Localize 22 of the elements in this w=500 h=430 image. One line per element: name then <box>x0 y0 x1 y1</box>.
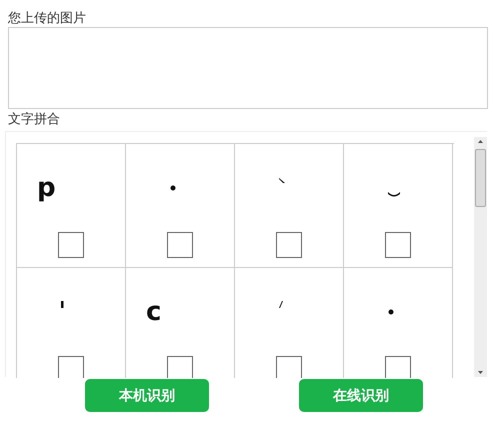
scroll-thumb[interactable] <box>475 149 486 207</box>
checkbox[interactable] <box>385 232 411 258</box>
checkbox[interactable] <box>276 356 302 378</box>
checkbox[interactable] <box>385 356 411 378</box>
checkbox[interactable] <box>167 232 193 258</box>
checkbox[interactable] <box>58 232 84 258</box>
checkbox[interactable] <box>167 356 193 378</box>
scrollbar[interactable] <box>474 137 487 377</box>
stroke-fragment-icon <box>279 300 283 308</box>
glyph-text: p <box>37 174 56 202</box>
arc-fragment-icon <box>388 192 400 196</box>
merge-label: 文字拼合 <box>8 111 61 129</box>
dot-fragment-icon <box>388 309 394 315</box>
glyph-text: c <box>146 298 162 326</box>
checkbox[interactable] <box>276 232 302 258</box>
recognize-button[interactable]: 在线识别 <box>299 379 423 412</box>
stroke-fragment-icon <box>61 300 64 308</box>
recognize-button[interactable]: 本机识别 <box>85 379 209 412</box>
checkbox[interactable] <box>58 356 84 378</box>
dot-fragment-icon <box>170 185 176 191</box>
upload-label: 您上传的图片 <box>8 10 87 27</box>
stroke-fragment-icon <box>279 178 285 182</box>
